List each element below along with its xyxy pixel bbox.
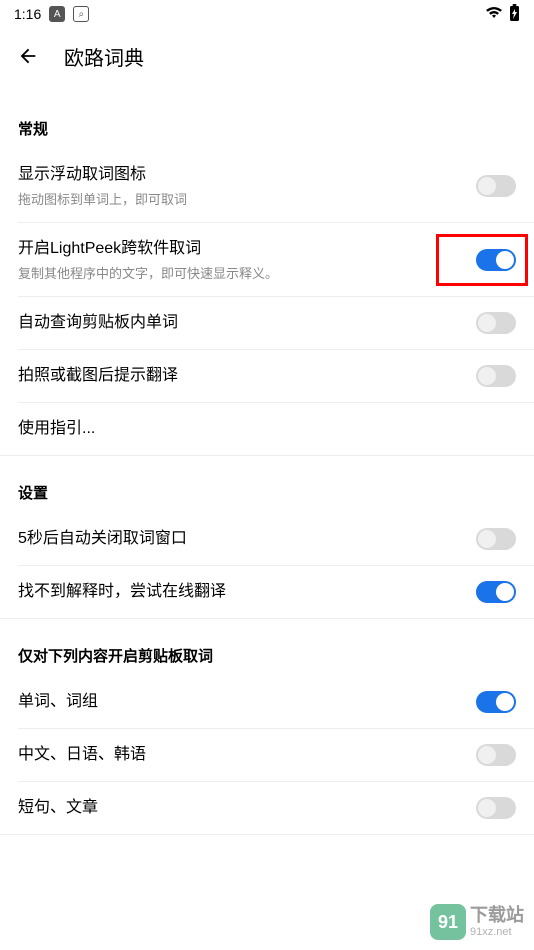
- toggle-float-icon[interactable]: [476, 175, 516, 197]
- toggle-auto-close[interactable]: [476, 528, 516, 550]
- row-title: 拍照或截图后提示翻译: [18, 364, 476, 388]
- settings-content: 常规 显示浮动取词图标 拖动图标到单词上，即可取词 开启LightPeek跨软件…: [0, 84, 534, 835]
- section-header-clipboard-filter: 仅对下列内容开启剪贴板取词: [0, 631, 534, 676]
- row-title: 中文、日语、韩语: [18, 743, 476, 767]
- row-auto-close[interactable]: 5秒后自动关闭取词窗口: [0, 513, 534, 565]
- row-auto-clipboard[interactable]: 自动查询剪贴板内单词: [0, 297, 534, 349]
- row-filter-sentence[interactable]: 短句、文章: [0, 782, 534, 834]
- watermark-text-cn: 下载站: [470, 906, 524, 926]
- toggle-filter-cjk[interactable]: [476, 744, 516, 766]
- toggle-online-fallback[interactable]: [476, 581, 516, 603]
- notif-icon-search: ⌕: [73, 6, 89, 22]
- row-title: 使用指引...: [18, 417, 516, 441]
- row-float-icon[interactable]: 显示浮动取词图标 拖动图标到单词上，即可取词: [0, 149, 534, 222]
- row-online-fallback[interactable]: 找不到解释时，尝试在线翻译: [0, 566, 534, 618]
- row-title: 短句、文章: [18, 796, 476, 820]
- row-title: 自动查询剪贴板内单词: [18, 311, 476, 335]
- watermark-icon: 91: [430, 904, 466, 940]
- app-bar: 欧路词典: [0, 28, 534, 84]
- row-title: 开启LightPeek跨软件取词: [18, 237, 476, 261]
- watermark: 91 下载站 91xz.net: [430, 904, 524, 940]
- toggle-photo-translate[interactable]: [476, 365, 516, 387]
- page-title: 欧路词典: [64, 42, 144, 71]
- wifi-icon: [485, 6, 503, 23]
- row-title: 单词、词组: [18, 690, 476, 714]
- toggle-filter-sentence[interactable]: [476, 797, 516, 819]
- section-header-settings: 设置: [0, 468, 534, 513]
- row-title: 5秒后自动关闭取词窗口: [18, 527, 476, 551]
- row-usage-guide[interactable]: 使用指引...: [0, 403, 534, 455]
- row-photo-translate[interactable]: 拍照或截图后提示翻译: [0, 350, 534, 402]
- row-sub: 复制其他程序中的文字，即可快速显示释义。: [18, 263, 476, 282]
- battery-icon: [509, 4, 520, 25]
- section-header-general: 常规: [0, 104, 534, 149]
- row-lightpeek[interactable]: 开启LightPeek跨软件取词 复制其他程序中的文字，即可快速显示释义。: [0, 223, 534, 296]
- row-filter-cjk[interactable]: 中文、日语、韩语: [0, 729, 534, 781]
- row-filter-words[interactable]: 单词、词组: [0, 676, 534, 728]
- row-sub: 拖动图标到单词上，即可取词: [18, 189, 476, 208]
- status-time: 1:16: [14, 6, 41, 22]
- toggle-filter-words[interactable]: [476, 691, 516, 713]
- watermark-text-url: 91xz.net: [470, 926, 524, 938]
- status-bar: 1:16 A ⌕: [0, 0, 534, 28]
- row-title: 找不到解释时，尝试在线翻译: [18, 580, 476, 604]
- back-button[interactable]: [16, 44, 40, 68]
- notif-icon-a: A: [49, 6, 65, 22]
- toggle-lightpeek[interactable]: [476, 249, 516, 271]
- toggle-auto-clipboard[interactable]: [476, 312, 516, 334]
- row-title: 显示浮动取词图标: [18, 163, 476, 187]
